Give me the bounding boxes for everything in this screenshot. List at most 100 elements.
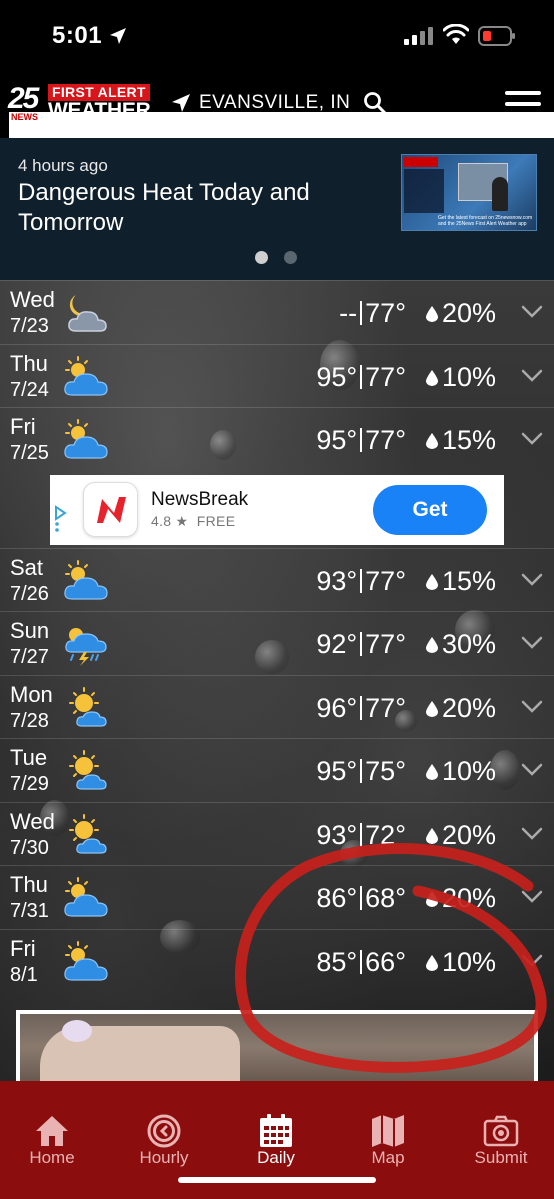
forecast-row[interactable]: Sat 7/26 93° 77° 15% (0, 548, 554, 611)
forecast-day: Fri (10, 936, 36, 961)
raindrop-icon (426, 828, 438, 844)
news-timestamp: 4 hours ago (18, 156, 108, 175)
forecast-row[interactable]: Thu 7/31 86° 68° 20% (0, 865, 554, 928)
raindrop-icon (426, 701, 438, 717)
search-icon[interactable] (363, 91, 387, 115)
mostly-sunny-icon (69, 687, 107, 727)
forecast-high: 93° (316, 820, 358, 850)
daily-forecast-list: Wed 7/23 -- 77° 20% Thu 7/24 95° 77° 10% Fri 7/25 95… (0, 280, 554, 1081)
forecast-day: Wed (10, 287, 55, 312)
thumbnail-caption: Get the latest forecast on 25newsnow.com… (438, 215, 533, 227)
chevron-down-icon[interactable] (521, 432, 543, 446)
temp-divider (360, 301, 363, 325)
news-thumbnail[interactable]: Get the latest forecast on 25newsnow.com… (401, 154, 537, 231)
forecast-precip: 20% (442, 820, 497, 850)
camera-icon (483, 1115, 519, 1147)
raindrop-icon (426, 955, 438, 971)
video-thumbnail[interactable] (20, 1014, 534, 1081)
chevron-down-icon[interactable] (521, 305, 543, 319)
temp-divider (360, 823, 363, 847)
tab-hourly[interactable]: Hourly (109, 1081, 219, 1181)
hamburger-menu-icon[interactable] (505, 89, 541, 119)
partly-cloudy-icon (64, 419, 108, 459)
ad-get-button[interactable]: Get (373, 485, 487, 535)
forecast-day: Mon (10, 682, 53, 707)
chevron-down-icon[interactable] (521, 369, 543, 383)
chevron-down-icon[interactable] (521, 827, 543, 841)
partly-cloudy-icon (64, 941, 108, 981)
location-arrow-icon[interactable] (170, 92, 192, 114)
forecast-low: 77° (365, 629, 406, 659)
chevron-down-icon[interactable] (521, 890, 543, 904)
forecast-date: 7/23 (10, 315, 49, 337)
forecast-temps: 95° 77° (316, 424, 406, 456)
chevron-down-icon[interactable] (521, 763, 543, 777)
forecast-temps: 95° 77° (316, 361, 406, 393)
forecast-date: 7/29 (10, 773, 49, 795)
raindrop-icon (426, 891, 438, 907)
news-headline[interactable]: Dangerous Heat Today and Tomorrow (18, 178, 378, 238)
raindrop-icon (426, 637, 438, 653)
forecast-low: 72° (365, 820, 406, 850)
location-label[interactable]: EVANSVILLE, IN (199, 92, 350, 114)
mostly-sunny-icon (69, 814, 107, 854)
raindrop-icon (426, 574, 438, 590)
tab-home[interactable]: Home (0, 1081, 107, 1181)
tab-map-label: Map (371, 1148, 405, 1167)
forecast-high: 85° (316, 947, 358, 977)
forecast-precip: 10% (442, 362, 497, 392)
chevron-down-icon[interactable] (521, 636, 543, 650)
forecast-high: 95° (316, 425, 358, 455)
forecast-row[interactable]: Fri 8/1 85° 66° 10% (0, 929, 554, 992)
app-install-ad[interactable]: NewsBreak 4.8 ★ FREE Get (50, 475, 504, 545)
forecast-row[interactable]: Wed 7/23 -- 77° 20% (0, 280, 554, 343)
forecast-high: 95° (316, 756, 358, 786)
chevron-down-icon[interactable] (521, 700, 543, 714)
tab-daily[interactable]: Daily (221, 1081, 331, 1181)
temp-divider (360, 950, 363, 974)
wifi-icon (443, 24, 469, 44)
forecast-row[interactable]: Fri 7/25 95° 77° 15% (0, 407, 554, 470)
logo-number: 25 (8, 82, 39, 115)
station-logo[interactable]: 25 NEWS FIRST ALERT WEATHER (6, 82, 554, 254)
tab-daily-label: Daily (257, 1148, 295, 1167)
chevron-down-icon[interactable] (521, 573, 543, 587)
ad-choices-icon[interactable] (53, 505, 67, 533)
forecast-low: 77° (365, 693, 406, 723)
forecast-row[interactable]: Tue 7/29 95° 75° 10% (0, 738, 554, 801)
forecast-precip: 10% (442, 756, 497, 786)
news-carousel[interactable]: 4 hours ago Dangerous Heat Today and Tom… (0, 138, 554, 280)
video-card[interactable] (16, 1010, 538, 1081)
forecast-row[interactable]: Thu 7/24 95° 77° 10% (0, 344, 554, 407)
carousel-dot-active[interactable] (255, 251, 268, 264)
forecast-temps: 85° 66° (316, 946, 406, 978)
newsbreak-app-icon[interactable] (83, 482, 138, 537)
forecast-low: 77° (365, 566, 406, 596)
tab-home-label: Home (29, 1148, 75, 1167)
forecast-row[interactable]: Wed 7/30 93° 72° 20% (0, 802, 554, 865)
ad-app-name: NewsBreak (151, 489, 249, 510)
forecast-temps: 93° 77° (316, 565, 406, 597)
forecast-low: 66° (365, 947, 406, 977)
forecast-row[interactable]: Sun 7/27 92° 77° 30% (0, 611, 554, 674)
forecast-day: Fri (10, 414, 36, 439)
forecast-precip: 20% (442, 883, 497, 913)
temp-divider (360, 632, 363, 656)
forecast-high: 96° (316, 693, 358, 723)
tab-submit[interactable]: Submit (446, 1081, 554, 1181)
location-services-icon (110, 28, 126, 44)
forecast-temps: -- 77° (339, 297, 406, 329)
forecast-date: 7/28 (10, 710, 49, 732)
carousel-dot[interactable] (284, 251, 297, 264)
home-indicator[interactable] (178, 1177, 376, 1183)
forecast-date: 7/24 (10, 379, 49, 401)
tab-map[interactable]: Map (333, 1081, 443, 1181)
temp-divider (360, 886, 363, 910)
forecast-precip: 20% (442, 693, 497, 723)
temp-divider (360, 759, 363, 783)
chevron-down-icon[interactable] (521, 954, 543, 968)
forecast-date: 7/31 (10, 900, 49, 922)
forecast-row[interactable]: Mon 7/28 96° 77° 20% (0, 675, 554, 738)
video-nail-image (62, 1020, 92, 1042)
mostly-sunny-icon (69, 750, 107, 790)
